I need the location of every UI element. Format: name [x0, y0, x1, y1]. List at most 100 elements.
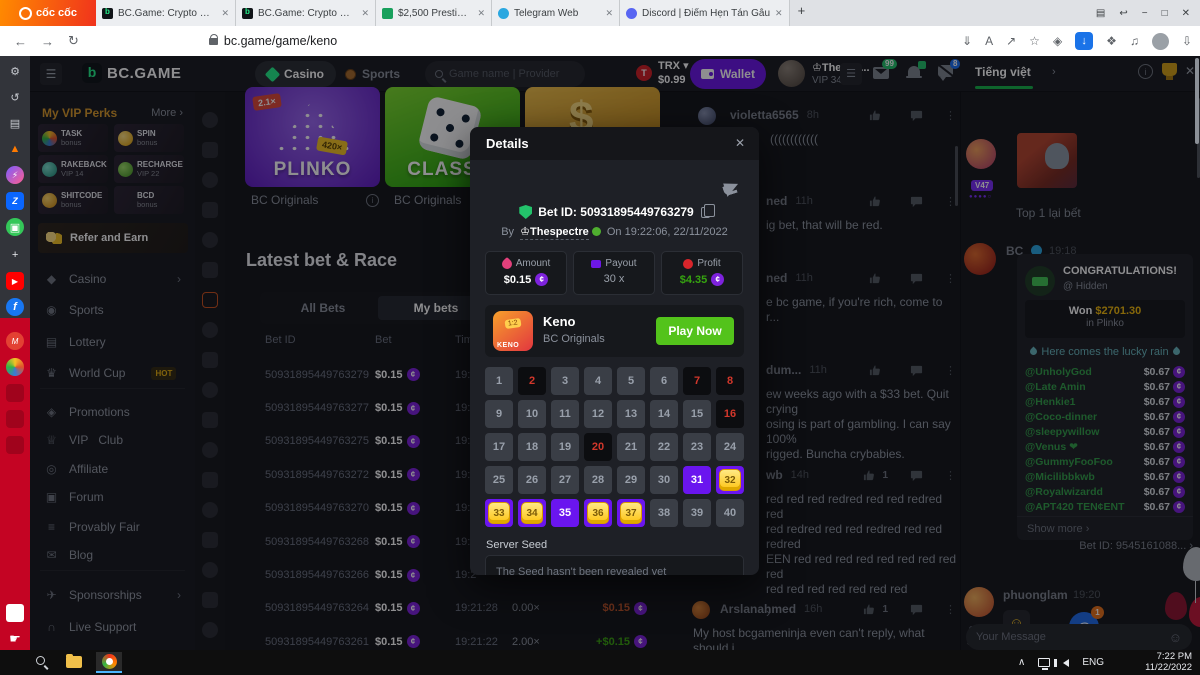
- rail-icon[interactable]: [202, 412, 218, 428]
- rail-icon[interactable]: [202, 262, 218, 278]
- rail-icon[interactable]: [202, 502, 218, 518]
- rail-icon[interactable]: [202, 382, 218, 398]
- sidebar-nav-item[interactable]: ◉ Sports ›: [30, 296, 195, 324]
- pointer-hand-icon[interactable]: ☛: [6, 630, 24, 648]
- tab-sports[interactable]: Sports: [333, 61, 412, 87]
- more-options-icon[interactable]: ⋮: [945, 109, 956, 122]
- settings-gear-icon[interactable]: ⚙: [6, 62, 24, 80]
- youtube-icon[interactable]: ▶: [6, 272, 24, 290]
- zalo-icon[interactable]: Z: [6, 192, 24, 210]
- browser-tab[interactable]: Telegram Web ✕: [492, 0, 620, 26]
- sidebar-nav-item[interactable]: ▣ Forum ›: [30, 483, 195, 511]
- rain-username[interactable]: @Late Amin: [1025, 381, 1086, 393]
- tab-all-bets[interactable]: All Bets: [278, 301, 368, 315]
- music-icon[interactable]: ♫: [1130, 34, 1139, 48]
- downloads-tray-icon[interactable]: ⇩: [1182, 34, 1192, 48]
- rail-icon[interactable]: [202, 112, 218, 128]
- rail-icon[interactable]: [202, 622, 218, 638]
- newsfeed-icon[interactable]: ▤: [6, 114, 24, 132]
- rain-username[interactable]: @UnholyGod: [1025, 366, 1092, 378]
- more-options-icon[interactable]: ⋮: [945, 364, 956, 377]
- rail-icon[interactable]: [202, 472, 218, 488]
- more-options-icon[interactable]: ⋮: [945, 603, 956, 616]
- shopping-bag-icon[interactable]: [6, 604, 24, 622]
- post-username[interactable]: Arslanahmed: [720, 602, 796, 616]
- sidebar-nav-item[interactable]: ∩ Live Support ›: [30, 613, 195, 641]
- forum-post[interactable]: Arslanahmed 16h 1 ⋮ My host bcgameninja …: [690, 602, 960, 650]
- info-icon[interactable]: i: [366, 194, 379, 207]
- rail-icon[interactable]: [202, 322, 218, 338]
- like-icon[interactable]: [863, 603, 876, 616]
- mail-app-icon[interactable]: M: [6, 332, 24, 350]
- tab-close-icon[interactable]: ✕: [775, 8, 783, 19]
- facebook-icon[interactable]: f: [6, 298, 24, 316]
- reload-button[interactable]: ↻: [68, 33, 79, 49]
- modal-close-icon[interactable]: ✕: [735, 136, 745, 150]
- file-explorer-icon[interactable]: [66, 656, 82, 668]
- chat-info-icon[interactable]: i: [1138, 64, 1153, 79]
- comment-icon[interactable]: [910, 364, 923, 377]
- rail-icon[interactable]: [202, 232, 218, 248]
- like-icon[interactable]: [869, 272, 882, 285]
- back-button[interactable]: ←: [14, 34, 27, 49]
- sidebar-nav-item[interactable]: ◈ Promotions ›: [30, 398, 195, 426]
- search-input[interactable]: [449, 68, 569, 80]
- chat-close-icon[interactable]: ✕: [1185, 64, 1195, 78]
- rain-username[interactable]: @Venus ❤: [1025, 441, 1078, 453]
- play-now-button[interactable]: Play Now: [656, 317, 734, 345]
- add-shortcut-icon[interactable]: +: [6, 246, 24, 264]
- cart-icon[interactable]: [6, 436, 24, 454]
- currency-selector[interactable]: T TRX ▾$0.99: [636, 59, 689, 87]
- browser-tab[interactable]: Discord | Điểm Hẹn Tán Gẫu ✕: [620, 0, 790, 26]
- emoji-picker-icon[interactable]: ☺: [1169, 630, 1182, 645]
- rail-icon[interactable]: [202, 202, 218, 218]
- chat-message-input[interactable]: [976, 631, 1169, 643]
- avatar[interactable]: [964, 243, 996, 275]
- more-options-icon[interactable]: ⋮: [945, 272, 956, 285]
- post-username[interactable]: ned: [766, 271, 787, 285]
- tab-close-icon[interactable]: ✕: [605, 8, 613, 19]
- copy-icon[interactable]: [701, 207, 710, 218]
- rail-icon[interactable]: [202, 442, 218, 458]
- sidebar-nav-item[interactable]: ♕ VIPClub ›: [30, 426, 195, 454]
- speaker-icon[interactable]: [1063, 659, 1069, 667]
- browser-tab[interactable]: $2,500 Prestige Keno Multipl ✕: [376, 0, 492, 26]
- messenger-icon[interactable]: ⚡: [6, 166, 24, 184]
- rail-icon[interactable]: [202, 142, 218, 158]
- taskbar-search-icon[interactable]: [36, 656, 45, 665]
- post-username[interactable]: dum...: [766, 363, 801, 377]
- tab-casino[interactable]: Casino: [255, 61, 336, 87]
- rail-icon[interactable]: [202, 592, 218, 608]
- sidebar-nav-item[interactable]: ✈ Sponsorships ›: [30, 581, 195, 609]
- window-maximize-button[interactable]: □: [1162, 8, 1168, 19]
- comment-icon[interactable]: [910, 109, 923, 122]
- input-language[interactable]: ENG: [1082, 657, 1104, 668]
- wallet-button[interactable]: Wallet: [690, 59, 766, 89]
- rain-username[interactable]: @Royalwizardd: [1025, 486, 1103, 498]
- colorful-app-icon[interactable]: [6, 358, 24, 376]
- forward-button[interactable]: →: [41, 34, 54, 49]
- comment-icon[interactable]: [910, 469, 923, 482]
- browser-brand[interactable]: cốc cốc: [0, 0, 96, 26]
- more-options-icon[interactable]: ⋮: [945, 469, 956, 482]
- download-button[interactable]: ↓: [1075, 32, 1093, 50]
- rail-icon[interactable]: [202, 172, 218, 188]
- url-text[interactable]: bc.game/game/keno: [224, 34, 337, 48]
- taskbar-clock[interactable]: 7:22 PM 11/22/2022: [1145, 652, 1192, 673]
- comment-icon[interactable]: [910, 272, 923, 285]
- sidebar-nav-item[interactable]: ♛ World Cup HOT ›: [30, 359, 195, 387]
- share-arrow-icon[interactable]: [723, 179, 741, 197]
- game-search[interactable]: [425, 61, 585, 87]
- sidebar-nav-item[interactable]: ◆ Casino ›: [30, 265, 195, 293]
- window-close-button[interactable]: ✕: [1182, 8, 1190, 19]
- chat-image-attachment[interactable]: [1017, 133, 1077, 188]
- tab-close-icon[interactable]: ✕: [221, 8, 229, 19]
- palette-icon[interactable]: [6, 410, 24, 428]
- bookmark-star-icon[interactable]: ☆: [1029, 34, 1040, 48]
- post-username[interactable]: violetta6565: [730, 108, 799, 122]
- browser-tab[interactable]: BC.Game: Crypto Casino Gam ✕: [96, 0, 236, 26]
- user-avatar[interactable]: [778, 60, 805, 87]
- like-icon[interactable]: [869, 109, 882, 122]
- chat-input[interactable]: ☺: [966, 624, 1192, 650]
- rain-username[interactable]: @Henkie1: [1025, 396, 1076, 408]
